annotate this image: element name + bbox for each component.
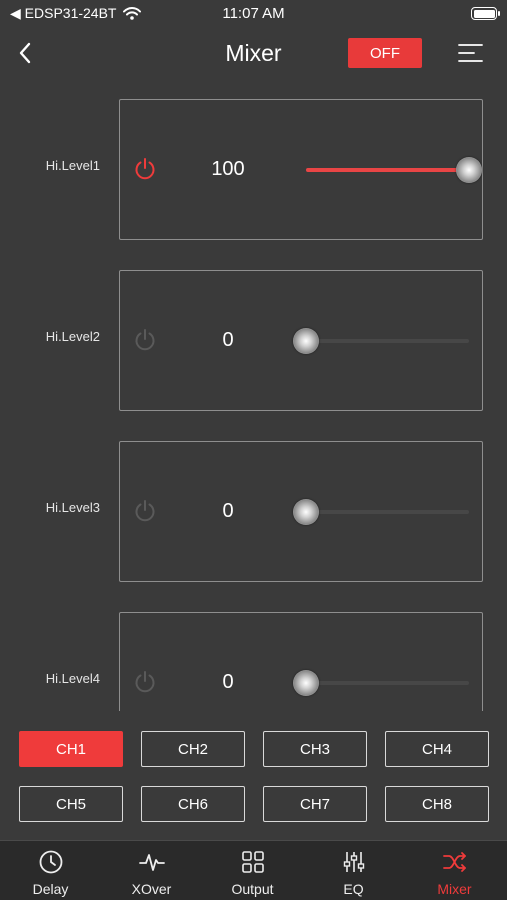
tab-label: Mixer [437, 881, 472, 897]
slider-thumb[interactable] [293, 670, 319, 696]
channel-button-ch1[interactable]: CH1 [19, 731, 123, 767]
channel-button-ch8[interactable]: CH8 [385, 786, 489, 822]
level-label: Hi.Level3 [45, 500, 100, 515]
tab-label: EQ [343, 881, 364, 897]
channel-button-ch4[interactable]: CH4 [385, 731, 489, 767]
tab-bar: Delay XOver Output EQ Mixer [0, 840, 507, 900]
level-value: 0 [222, 329, 234, 351]
page-title: Mixer [225, 40, 282, 66]
power-toggle-3[interactable] [132, 498, 158, 524]
tab-delay[interactable]: Delay [0, 847, 101, 900]
clock-icon [39, 850, 62, 874]
shuffle-icon [442, 852, 466, 872]
slider-thumb[interactable] [293, 328, 319, 354]
mixer-off-button[interactable]: OFF [348, 38, 422, 68]
level-panel: 0 [119, 612, 483, 711]
battery-icon [471, 7, 500, 20]
menu-button[interactable] [456, 40, 484, 66]
power-toggle-1[interactable] [132, 156, 158, 182]
power-toggle-2[interactable] [132, 327, 158, 353]
tab-xover[interactable]: XOver [101, 847, 202, 900]
level-value: 0 [222, 671, 234, 693]
slider-fill [306, 168, 469, 172]
channel-button-ch7[interactable]: CH7 [263, 786, 367, 822]
level-row-3: Hi.Level3 0 [0, 441, 507, 582]
level-row-1: Hi.Level1 100 [0, 99, 507, 240]
status-time: 11:07 AM [222, 5, 285, 22]
level-value: 100 [211, 158, 245, 180]
header: Mixer OFF [0, 30, 507, 78]
channel-button-ch3[interactable]: CH3 [263, 731, 367, 767]
level-slider-3[interactable] [293, 499, 469, 525]
waveform-icon [138, 854, 165, 871]
level-value: 0 [222, 500, 234, 522]
tab-label: Output [231, 881, 274, 897]
level-label: Hi.Level4 [45, 671, 100, 686]
level-row-4: Hi.Level4 0 [0, 612, 507, 711]
channel-button-ch5[interactable]: CH5 [19, 786, 123, 822]
power-icon [135, 329, 155, 351]
slider-thumb[interactable] [456, 157, 482, 183]
power-icon [135, 158, 155, 180]
status-bar: ◀ EDSP31-24BT 11:07 AM [0, 0, 507, 28]
power-icon [135, 671, 155, 693]
level-slider-2[interactable] [293, 328, 469, 354]
level-slider-1[interactable] [306, 157, 482, 183]
tab-label: Delay [32, 881, 69, 897]
grid-icon [241, 851, 264, 873]
level-slider-4[interactable] [293, 670, 469, 696]
level-list[interactable]: Hi.Level1 100 Hi.Level2 0 Hi.Level3 0 Hi… [0, 88, 507, 711]
channel-button-ch6[interactable]: CH6 [141, 786, 245, 822]
tab-label: XOver [131, 881, 172, 897]
level-panel: 0 [119, 441, 483, 582]
level-label: Hi.Level2 [45, 329, 100, 344]
level-row-2: Hi.Level2 0 [0, 270, 507, 411]
level-panel: 0 [119, 270, 483, 411]
level-panel: 100 [119, 99, 483, 240]
power-icon [135, 500, 155, 522]
tab-output[interactable]: Output [202, 847, 303, 900]
tab-eq[interactable]: EQ [303, 847, 404, 900]
tab-mixer[interactable]: Mixer [404, 847, 505, 900]
channel-button-ch2[interactable]: CH2 [141, 731, 245, 767]
slider-thumb[interactable] [293, 499, 319, 525]
level-label: Hi.Level1 [45, 158, 100, 173]
menu-icon [458, 44, 483, 62]
sliders-icon [343, 852, 364, 872]
power-toggle-4[interactable] [132, 669, 158, 695]
